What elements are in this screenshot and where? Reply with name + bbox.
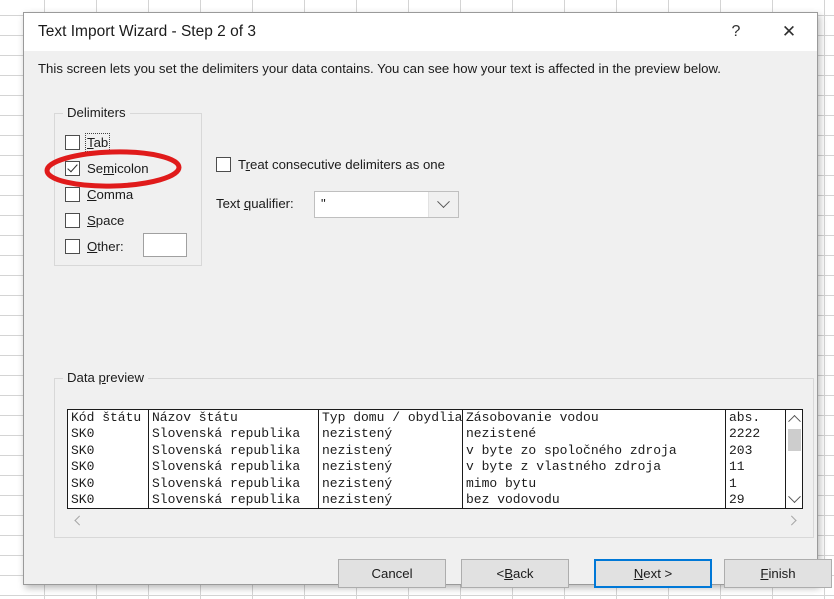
checkbox-tab[interactable]: Tab [65, 132, 111, 152]
preview-data-row: SK0 Slovenská republika nezistený v byte z … [68, 459, 802, 476]
data-preview-pane[interactable]: Kód štátu Názov štátu Typ domu / obydlia Zá… [67, 409, 803, 509]
checkbox-semicolon-label: Semicolon [87, 160, 149, 176]
preview-cell: nezistený [318, 475, 462, 492]
checkbox-comma-box[interactable] [65, 186, 80, 202]
chevron-down-icon[interactable] [428, 192, 458, 217]
preview-horizontal-scrollbar[interactable] [67, 510, 803, 530]
preview-cell: Kód štátu [71, 410, 142, 425]
preview-cell: SK0 [71, 426, 95, 442]
checkbox-treat-consecutive-delimiters[interactable]: Treat consecutive delimiters as one [216, 154, 445, 174]
delimiters-groupbox: Delimiters Tab Semicolon Comma Space Oth… [54, 105, 202, 266]
data-preview-table: Kód štátu Názov štátu Typ domu / obydlia Zá… [68, 410, 802, 508]
scroll-up-icon[interactable] [786, 410, 802, 428]
text-import-wizard-dialog: Text Import Wizard - Step 2 of 3 ? ✕ Thi… [23, 12, 832, 588]
preview-cell: nezistený [318, 426, 462, 443]
close-icon[interactable]: ✕ [767, 13, 811, 51]
preview-cell: Zásobovanie vodou [462, 410, 725, 427]
dialog-titlebar: Text Import Wizard - Step 2 of 3 ? ✕ [24, 13, 817, 51]
cancel-button[interactable]: Cancel [338, 559, 446, 588]
checkbox-treat-consecutive-box[interactable] [216, 156, 231, 172]
preview-data-row: SK0 Slovenská republika nezistený v byte zo… [68, 442, 802, 460]
text-qualifier-value: " [321, 196, 326, 211]
help-icon[interactable]: ? [714, 13, 758, 51]
text-qualifier-label: Text qualifier: [216, 196, 294, 211]
preview-data-row: SK0 Slovenská republika nezistený nezistené… [68, 426, 802, 443]
delimiters-group-title: Delimiters [63, 105, 130, 120]
preview-cell: Slovenská republika [148, 491, 318, 508]
data-preview-group-title: Data preview [63, 370, 148, 385]
text-qualifier-combobox[interactable]: " [314, 191, 459, 218]
preview-cell: Typ domu / obydlia [318, 410, 462, 427]
data-preview-groupbox: Data preview Kód štátu Názov štátu Typ dom… [54, 370, 814, 538]
preview-cell: nezistené [462, 426, 725, 443]
next-button[interactable]: Next > [594, 559, 712, 588]
preview-cell: bez vodovodu [462, 491, 725, 508]
preview-cell: Slovenská republika [148, 459, 318, 476]
preview-cell: nezistený [318, 491, 462, 508]
checkbox-tab-box[interactable] [65, 134, 80, 150]
checkbox-comma-label: Comma [87, 186, 134, 202]
preview-cell: v byte zo spoločného zdroja [462, 442, 725, 460]
preview-vertical-scrollbar[interactable] [785, 410, 802, 508]
checkbox-semicolon-box[interactable] [65, 160, 80, 176]
preview-cell: SK0 [71, 442, 95, 458]
checkbox-other[interactable]: Other: [65, 236, 124, 256]
preview-header-row: Kód štátu Názov štátu Typ domu / obydlia Zá… [68, 410, 802, 427]
checkbox-other-box[interactable] [65, 238, 80, 254]
scroll-down-icon[interactable] [786, 490, 802, 508]
checkbox-space[interactable]: Space [65, 210, 124, 230]
scroll-right-icon[interactable] [785, 510, 803, 530]
preview-cell: SK0 [71, 491, 95, 507]
preview-cell: mimo bytu [462, 475, 725, 492]
preview-cell: SK0 [71, 459, 95, 475]
preview-cell: Slovenská republika [148, 475, 318, 492]
checkbox-comma[interactable]: Comma [65, 184, 133, 204]
other-delimiter-input[interactable] [143, 233, 187, 257]
preview-cell: Slovenská republika [148, 442, 318, 460]
preview-cell: nezistený [318, 459, 462, 476]
vertical-scrollbar-thumb[interactable] [788, 429, 801, 451]
preview-data-row: SK0 Slovenská republika nezistený mimo bytu… [68, 475, 802, 492]
preview-data-row: SK0 Slovenská republika nezistený bez vodov… [68, 491, 802, 508]
finish-button[interactable]: Finish [724, 559, 832, 588]
preview-cell: SK0 [71, 475, 95, 491]
checkbox-semicolon[interactable]: Semicolon [65, 158, 149, 178]
checkbox-treat-consecutive-label: Treat consecutive delimiters as one [238, 156, 445, 172]
checkbox-space-label: Space [87, 212, 125, 228]
preview-cell: Názov štátu [148, 410, 318, 427]
checkbox-other-label: Other: [87, 238, 124, 254]
checkbox-space-box[interactable] [65, 212, 80, 228]
scroll-left-icon[interactable] [67, 510, 85, 530]
preview-cell: Slovenská republika [148, 426, 318, 443]
dialog-title: Text Import Wizard - Step 2 of 3 [38, 23, 256, 40]
back-button[interactable]: < Back [461, 559, 569, 588]
preview-cell: v byte z vlastného zdroja [462, 459, 725, 476]
checkbox-tab-label: Tab [84, 132, 111, 152]
preview-cell: nezistený [318, 442, 462, 460]
instruction-text: This screen lets you set the delimiters … [38, 61, 721, 76]
